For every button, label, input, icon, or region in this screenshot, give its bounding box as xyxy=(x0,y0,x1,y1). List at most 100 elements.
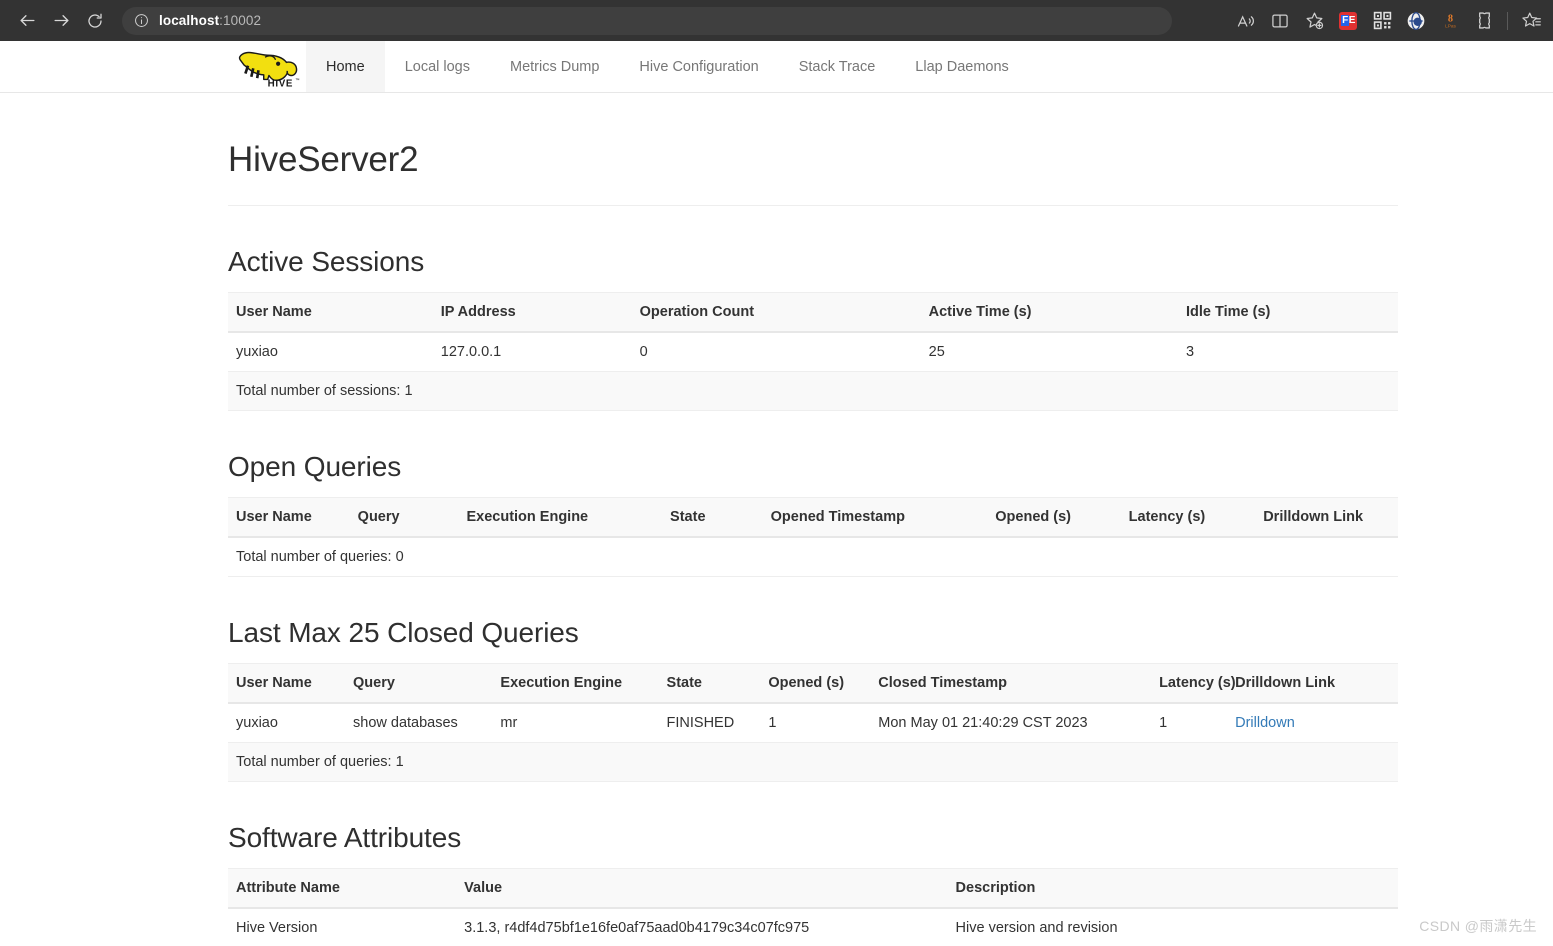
col-user-name: User Name xyxy=(228,497,350,538)
read-aloud-icon[interactable] xyxy=(1230,5,1262,37)
col-latency-seconds: Latency (s) xyxy=(1151,663,1236,704)
table-row: yuxiao 127.0.0.1 0 25 3 xyxy=(228,332,1398,372)
extension-fe-badge: FE xyxy=(1339,11,1357,30)
col-attribute-name: Attribute Name xyxy=(228,868,457,909)
extension-fe-icon[interactable]: FE xyxy=(1332,5,1364,37)
page-title: HiveServer2 xyxy=(228,140,419,179)
col-operation-count: Operation Count xyxy=(631,292,921,333)
drilldown-link[interactable]: Drilldown xyxy=(1235,715,1295,731)
svg-text:8: 8 xyxy=(1447,13,1452,24)
col-user-name: User Name xyxy=(228,663,345,704)
active-sessions-total: Total number of sessions: 1 xyxy=(228,371,1398,411)
url-host: localhost xyxy=(159,13,220,28)
table-footer-row: Total number of queries: 0 xyxy=(228,537,1398,577)
section-title-open-queries: Open Queries xyxy=(228,451,402,482)
cell-query: show databases xyxy=(345,703,493,743)
cell-value: 3.1.3, r4df4d75bf1e16fe0af75aad0b4179c34… xyxy=(456,908,948,946)
nav-item-stack-trace[interactable]: Stack Trace xyxy=(779,41,896,92)
col-state: State xyxy=(658,663,761,704)
hive-logo[interactable]: HIVE ™ xyxy=(228,41,306,92)
table-header-row: User Name Query Execution Engine State O… xyxy=(228,663,1398,704)
cell-drilldown-link: Drilldown xyxy=(1227,703,1398,743)
table-row: Hive Version 3.1.3, r4df4d75bf1e16fe0af7… xyxy=(228,908,1398,946)
title-divider xyxy=(228,205,1398,206)
open-queries-total: Total number of queries: 0 xyxy=(228,537,1398,577)
col-drilldown-link: Drilldown Link xyxy=(1227,663,1398,704)
closed-queries-total: Total number of queries: 1 xyxy=(228,742,1398,782)
col-execution-engine: Execution Engine xyxy=(458,497,663,538)
cell-attribute-name: Hive Version xyxy=(228,908,457,946)
col-query: Query xyxy=(349,497,459,538)
back-arrow-icon[interactable] xyxy=(10,4,44,38)
lastpass-extension-icon[interactable]: 8 LPas xyxy=(1434,5,1466,37)
hive-nav-items: Home Local logs Metrics Dump Hive Config… xyxy=(306,41,1029,92)
col-query: Query xyxy=(345,663,493,704)
cell-closed-timestamp: Mon May 01 21:40:29 CST 2023 xyxy=(870,703,1152,743)
cell-operation-count: 0 xyxy=(631,332,921,372)
col-user-name: User Name xyxy=(228,292,433,333)
page-content: HiveServer2 Active Sessions User Name IP… xyxy=(0,140,1553,946)
qr-code-extension-icon[interactable] xyxy=(1366,5,1398,37)
split-screen-icon[interactable] xyxy=(1264,5,1296,37)
nav-item-metrics-dump[interactable]: Metrics Dump xyxy=(490,41,619,92)
reload-icon[interactable] xyxy=(78,4,112,38)
col-closed-timestamp: Closed Timestamp xyxy=(870,663,1152,704)
nav-item-llap-daemons[interactable]: Llap Daemons xyxy=(895,41,1029,92)
col-opened-seconds: Opened (s) xyxy=(987,497,1121,538)
closed-queries-table: User Name Query Execution Engine State O… xyxy=(228,663,1398,782)
forward-arrow-icon[interactable] xyxy=(44,4,78,38)
hive-navbar: HIVE ™ Home Local logs Metrics Dump Hive… xyxy=(0,41,1553,93)
cell-description: Hive version and revision xyxy=(947,908,1398,946)
table-header-row: Attribute Name Value Description xyxy=(228,868,1398,909)
cell-user-name: yuxiao xyxy=(228,332,433,372)
svg-text:™: ™ xyxy=(295,77,300,82)
section-title-closed-queries: Last Max 25 Closed Queries xyxy=(228,617,579,648)
browser-toolbar: localhost:10002 FE 8 LPas xyxy=(0,0,1553,41)
active-sessions-table: User Name IP Address Operation Count Act… xyxy=(228,292,1398,411)
favorites-list-icon[interactable] xyxy=(1515,5,1547,37)
open-queries-table: User Name Query Execution Engine State O… xyxy=(228,497,1398,577)
table-footer-row: Total number of queries: 1 xyxy=(228,742,1398,782)
software-attributes-table: Attribute Name Value Description Hive Ve… xyxy=(228,868,1398,946)
cell-active-time: 25 xyxy=(920,332,1179,372)
browser-toolbar-actions: FE 8 LPas xyxy=(1230,0,1547,41)
cell-state: FINISHED xyxy=(658,703,761,743)
table-header-row: User Name Query Execution Engine State O… xyxy=(228,497,1398,538)
cell-execution-engine: mr xyxy=(492,703,659,743)
url-port: :10002 xyxy=(219,13,262,28)
nav-item-local-logs[interactable]: Local logs xyxy=(385,41,490,92)
col-drilldown-link: Drilldown Link xyxy=(1255,497,1398,538)
browser-essentials-icon[interactable] xyxy=(1468,5,1500,37)
col-idle-time: Idle Time (s) xyxy=(1178,292,1398,333)
svg-text:LPas: LPas xyxy=(1445,24,1456,30)
col-opened-seconds: Opened (s) xyxy=(760,663,871,704)
col-opened-timestamp: Opened Timestamp xyxy=(762,497,988,538)
table-footer-row: Total number of sessions: 1 xyxy=(228,371,1398,411)
cell-opened-seconds: 1 xyxy=(760,703,871,743)
svg-text:HIVE: HIVE xyxy=(268,79,293,89)
col-description: Description xyxy=(947,868,1398,909)
col-latency-seconds: Latency (s) xyxy=(1120,497,1256,538)
col-value: Value xyxy=(456,868,948,909)
cell-latency-seconds: 1 xyxy=(1151,703,1228,743)
table-row: yuxiao show databases mr FINISHED 1 Mon … xyxy=(228,703,1398,743)
section-title-software-attributes: Software Attributes xyxy=(228,822,462,853)
nav-item-hive-configuration[interactable]: Hive Configuration xyxy=(619,41,778,92)
section-title-active-sessions: Active Sessions xyxy=(228,246,425,277)
cell-idle-time: 3 xyxy=(1178,332,1398,372)
translate-extension-icon[interactable] xyxy=(1400,5,1432,37)
cell-ip-address: 127.0.0.1 xyxy=(432,332,632,372)
site-info-icon[interactable] xyxy=(134,13,149,28)
url-text: localhost:10002 xyxy=(159,13,261,28)
address-bar[interactable]: localhost:10002 xyxy=(122,6,1172,35)
col-execution-engine: Execution Engine xyxy=(492,663,659,704)
add-favorite-icon[interactable] xyxy=(1298,5,1330,37)
table-header-row: User Name IP Address Operation Count Act… xyxy=(228,292,1398,333)
cell-user-name: yuxiao xyxy=(228,703,345,743)
col-active-time: Active Time (s) xyxy=(920,292,1179,333)
col-state: State xyxy=(662,497,763,538)
toolbar-divider xyxy=(1507,11,1508,30)
nav-item-home[interactable]: Home xyxy=(306,41,385,92)
col-ip-address: IP Address xyxy=(432,292,632,333)
csdn-watermark: CSDN @雨潇先生 xyxy=(1419,918,1537,934)
